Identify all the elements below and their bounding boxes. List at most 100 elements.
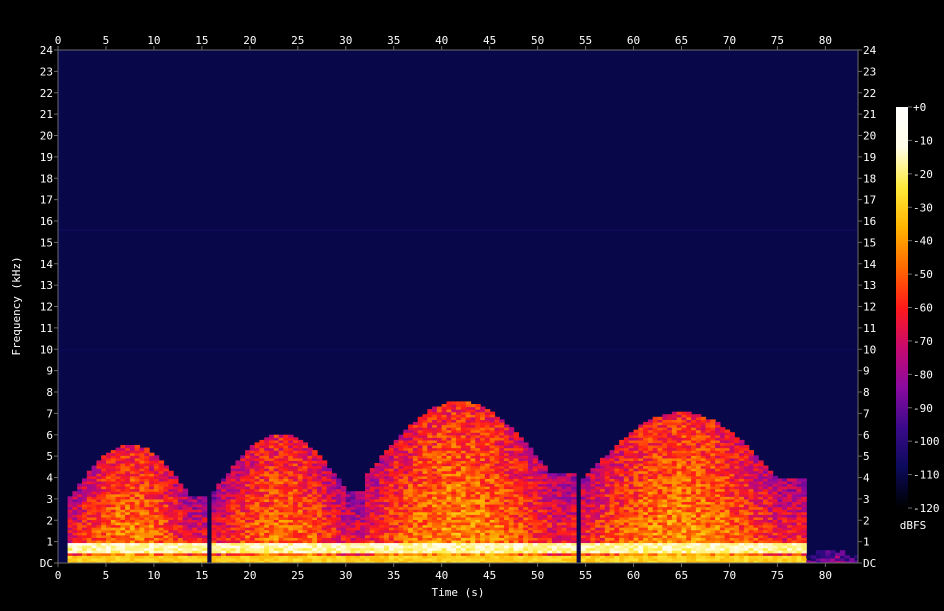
x-tick-label: 55 xyxy=(579,34,592,47)
y-tick-label: 14 xyxy=(863,258,877,271)
colorbar-tick-label: -70 xyxy=(913,335,933,348)
y-tick-label: 19 xyxy=(863,151,876,164)
y-tick-label: 4 xyxy=(46,472,53,485)
y-tick-label: 23 xyxy=(863,65,876,78)
y-tick-label: 13 xyxy=(40,279,53,292)
y-tick-label: 24 xyxy=(863,44,877,57)
colorbar-tick-label: -120 xyxy=(913,502,940,515)
colorbar-tick-label: -30 xyxy=(913,201,933,214)
y-tick-label: 7 xyxy=(46,407,53,420)
x-tick-label: 5 xyxy=(103,569,110,582)
x-tick-label: 25 xyxy=(291,34,304,47)
y-tick-label: 5 xyxy=(46,450,53,463)
y-tick-label: 7 xyxy=(863,407,870,420)
y-tick-label: 21 xyxy=(863,108,876,121)
x-tick-label: 75 xyxy=(771,34,784,47)
x-tick-label: 15 xyxy=(195,34,208,47)
x-tick-label: 35 xyxy=(387,34,400,47)
y-tick-label: 12 xyxy=(863,301,876,314)
x-tick-label: 55 xyxy=(579,569,592,582)
x-tick-label: 50 xyxy=(531,569,544,582)
y-tick-label: 16 xyxy=(863,215,876,228)
y-tick-label: 21 xyxy=(40,108,53,121)
y-tick-label: 6 xyxy=(863,429,870,442)
y-tick-label: 16 xyxy=(40,215,53,228)
y-tick-label: 4 xyxy=(863,472,870,485)
colorbar-tick-label: -60 xyxy=(913,302,933,315)
y-tick-label: 17 xyxy=(40,194,53,207)
x-tick-label: 50 xyxy=(531,34,544,47)
y-tick-label: 15 xyxy=(863,236,876,249)
y-tick-label: 8 xyxy=(863,386,870,399)
colorbar-tick-label: -110 xyxy=(913,469,940,482)
x-tick-label: 60 xyxy=(627,569,640,582)
y-tick-label: 17 xyxy=(863,194,876,207)
colorbar-tick-label: -40 xyxy=(913,235,933,248)
y-tick-label: 18 xyxy=(40,172,53,185)
colorbar-label: dBFS xyxy=(900,519,927,532)
x-tick-label: 30 xyxy=(339,34,352,47)
colorbar-tick-label: +0 xyxy=(913,101,926,114)
y-tick-label: 9 xyxy=(863,365,870,378)
y-tick-label: 8 xyxy=(46,386,53,399)
y-tick-label: 3 xyxy=(863,493,870,506)
x-tick-label: 70 xyxy=(723,569,736,582)
colorbar-tick-label: -80 xyxy=(913,368,933,381)
x-tick-label: 45 xyxy=(483,569,496,582)
x-tick-label: 80 xyxy=(819,569,832,582)
y-tick-label: 2 xyxy=(863,514,870,527)
y-tick-label: 22 xyxy=(863,87,876,100)
y-tick-label: 22 xyxy=(40,87,53,100)
x-tick-label: 15 xyxy=(195,569,208,582)
x-tick-label: 0 xyxy=(55,34,62,47)
x-tick-label: 65 xyxy=(675,34,688,47)
y-tick-label: DC xyxy=(40,557,53,570)
x-tick-label: 65 xyxy=(675,569,688,582)
x-tick-label: 60 xyxy=(627,34,640,47)
y-tick-label: 12 xyxy=(40,301,53,314)
x-tick-label: 20 xyxy=(243,569,256,582)
y-tick-label: 11 xyxy=(863,322,876,335)
x-axis-label: Time (s) xyxy=(432,586,485,599)
x-tick-label: 75 xyxy=(771,569,784,582)
x-tick-label: 5 xyxy=(103,34,110,47)
y-tick-label: 6 xyxy=(46,429,53,442)
y-tick-label: 3 xyxy=(46,493,53,506)
x-tick-label: 45 xyxy=(483,34,496,47)
x-tick-label: 35 xyxy=(387,569,400,582)
colorbar-tick-label: -100 xyxy=(913,435,940,448)
y-tick-label: 10 xyxy=(863,343,876,356)
y-tick-label: 5 xyxy=(863,450,870,463)
y-tick-label: DC xyxy=(863,557,876,570)
colorbar-tick-label: -90 xyxy=(913,402,933,415)
x-tick-label: 70 xyxy=(723,34,736,47)
colorbar-tick-label: -50 xyxy=(913,268,933,281)
colorbar-tick-label: -10 xyxy=(913,134,933,147)
y-tick-label: 11 xyxy=(40,322,53,335)
band-line xyxy=(58,229,858,231)
y-tick-label: 19 xyxy=(40,151,53,164)
x-tick-label: 30 xyxy=(339,569,352,582)
x-tick-label: 0 xyxy=(55,569,62,582)
y-tick-label: 13 xyxy=(863,279,876,292)
y-tick-label: 1 xyxy=(863,536,870,549)
colorbar-tick-label: -20 xyxy=(913,168,933,181)
y-tick-label: 2 xyxy=(46,514,53,527)
x-tick-label: 10 xyxy=(147,569,160,582)
x-tick-label: 10 xyxy=(147,34,160,47)
x-tick-label: 80 xyxy=(819,34,832,47)
band-line xyxy=(58,349,858,351)
x-tick-label: 40 xyxy=(435,34,448,47)
y-tick-label: 18 xyxy=(863,172,876,185)
spectrogram-chart: 0055101015152020252530303535404045455050… xyxy=(10,34,940,599)
y-tick-label: 10 xyxy=(40,343,53,356)
y-tick-label: 20 xyxy=(863,130,876,143)
y-tick-label: 1 xyxy=(46,536,53,549)
colorbar xyxy=(896,107,908,508)
y-tick-label: 24 xyxy=(40,44,54,57)
y-tick-label: 15 xyxy=(40,236,53,249)
y-tick-label: 23 xyxy=(40,65,53,78)
y-tick-label: 9 xyxy=(46,365,53,378)
x-tick-label: 40 xyxy=(435,569,448,582)
y-axis-label: Frequency (kHz) xyxy=(10,256,23,355)
